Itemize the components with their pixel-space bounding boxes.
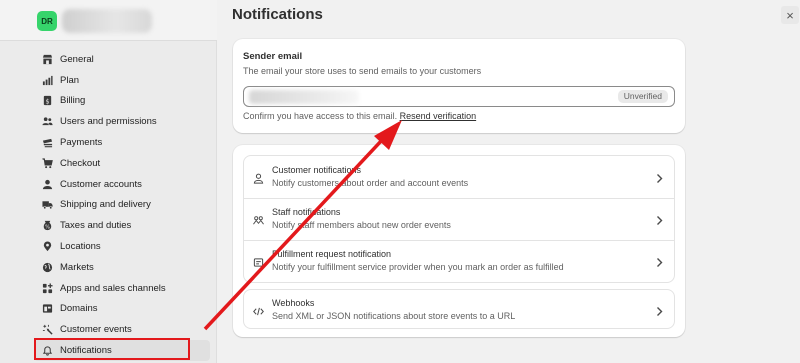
row-title: Staff notifications (272, 207, 341, 217)
sidebar-item-label: Payments (60, 137, 103, 149)
sidebar-item-label: Customer events (60, 324, 132, 336)
chevron-right-icon (655, 255, 664, 267)
sidebar-item-label: General (60, 53, 94, 65)
staff-icon (253, 213, 264, 225)
sparkle-icon (41, 324, 53, 336)
status-badge: Unverified (617, 90, 668, 103)
cart-icon (41, 157, 53, 169)
row-description: Notify customers about order and account… (272, 178, 469, 188)
domains-icon (41, 303, 53, 315)
sidebar-item-locations[interactable]: Locations (34, 236, 210, 257)
sidebar-item-checkout[interactable]: Checkout (34, 153, 210, 174)
sidebar-item-label: Locations (60, 241, 101, 253)
location-icon (41, 241, 53, 253)
billing-icon: $ (41, 95, 53, 107)
person-icon (41, 178, 53, 190)
email-value-redacted (249, 90, 359, 104)
code-icon (253, 304, 264, 316)
store-name-redacted (62, 9, 152, 33)
webhooks-group: Webhooks Send XML or JSON notifications … (243, 289, 675, 329)
sidebar-item-label: Customer accounts (60, 178, 142, 190)
store-avatar: DR (37, 11, 57, 31)
sidebar-item-label: Users and permissions (60, 116, 157, 128)
sidebar-item-label: Plan (60, 74, 80, 86)
row-title: Webhooks (272, 298, 315, 308)
sidebar-item-apps[interactable]: Apps and sales channels (34, 278, 210, 299)
sidebar-item-label: Apps and sales channels (60, 282, 166, 294)
sidebar-item-taxes[interactable]: % Taxes and duties (34, 215, 210, 236)
sidebar-item-payments[interactable]: Payments (34, 132, 210, 153)
resend-verification-link[interactable]: Resend verification (400, 111, 477, 121)
fulfillment-request-row[interactable]: Fulfillment request notification Notify … (244, 240, 674, 282)
sidebar-item-markets[interactable]: Markets (34, 257, 210, 278)
confirm-access-line: Confirm you have access to this email. R… (243, 111, 476, 121)
sender-email-field[interactable]: Unverified (243, 86, 675, 107)
payments-icon (41, 137, 53, 149)
svg-text:%: % (45, 225, 50, 231)
settings-sidebar: DR General Plan $ Billing Users and perm… (0, 0, 217, 363)
customer-notifications-row[interactable]: Customer notifications Notify customers … (244, 156, 674, 198)
sender-email-title: Sender email (243, 51, 303, 62)
row-description: Notify staff members about new order eve… (272, 220, 451, 230)
fulfillment-icon (253, 255, 264, 267)
apps-icon (41, 282, 53, 294)
webhooks-row[interactable]: Webhooks Send XML or JSON notifications … (244, 290, 674, 328)
chevron-right-icon (655, 171, 664, 183)
row-description: Send XML or JSON notifications about sto… (272, 311, 516, 321)
sidebar-item-label: Checkout (60, 157, 101, 169)
close-button[interactable]: × (781, 6, 799, 24)
chart-icon (41, 74, 53, 86)
sidebar-item-label: Billing (60, 95, 86, 107)
sidebar-item-customer-accounts[interactable]: Customer accounts (34, 174, 210, 195)
confirm-text: Confirm you have access to this email. (243, 111, 398, 121)
sidebar-item-label: Markets (60, 261, 94, 273)
sidebar-item-general[interactable]: General (34, 49, 210, 70)
staff-notifications-row[interactable]: Staff notifications Notify staff members… (244, 198, 674, 240)
sender-email-card: Sender email The email your store uses t… (233, 39, 685, 133)
sidebar-item-billing[interactable]: $ Billing (34, 91, 210, 112)
notifications-card: Customer notifications Notify customers … (233, 145, 685, 337)
row-description: Notify your fulfillment service provider… (272, 262, 564, 272)
chevron-right-icon (655, 213, 664, 225)
sidebar-item-domains[interactable]: Domains (34, 299, 210, 320)
svg-text:$: $ (45, 98, 49, 106)
store-switcher[interactable]: DR (0, 0, 217, 41)
sender-email-description: The email your store uses to send emails… (243, 66, 482, 76)
settings-nav: General Plan $ Billing Users and permiss… (34, 49, 210, 361)
row-title: Fulfillment request notification (272, 249, 392, 259)
page-title: Notifications (232, 6, 323, 23)
sidebar-item-label: Domains (60, 303, 98, 315)
sidebar-item-label: Taxes and duties (60, 220, 132, 232)
sidebar-item-label: Shipping and delivery (60, 199, 151, 211)
truck-icon (41, 199, 53, 211)
sidebar-item-users[interactable]: Users and permissions (34, 111, 210, 132)
close-icon: × (786, 7, 794, 23)
users-icon (41, 116, 53, 128)
tax-icon: % (41, 220, 53, 232)
sidebar-item-shipping[interactable]: Shipping and delivery (34, 195, 210, 216)
notification-types-group: Customer notifications Notify customers … (243, 155, 675, 283)
globe-icon (41, 261, 53, 273)
row-title: Customer notifications (272, 165, 362, 175)
chevron-right-icon (655, 304, 664, 316)
store-icon (41, 53, 53, 65)
person-icon (253, 171, 264, 184)
annotation-highlight-box (34, 338, 190, 360)
sidebar-item-plan[interactable]: Plan (34, 70, 210, 91)
